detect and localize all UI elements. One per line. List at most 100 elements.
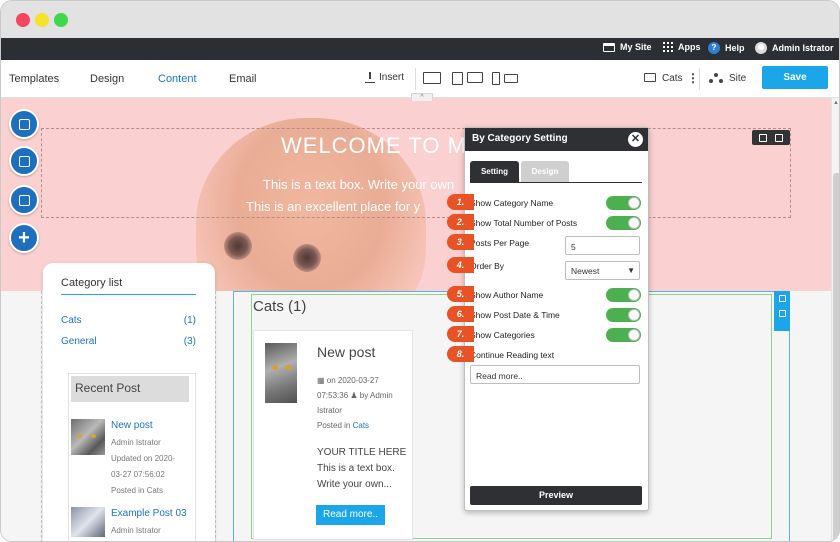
panel-header[interactable]: By Category Setting ✕ <box>465 128 648 151</box>
preview-button[interactable]: Preview <box>470 486 642 505</box>
scrollbar-thumb[interactable] <box>833 173 839 541</box>
mobile-icon[interactable] <box>492 72 500 85</box>
category-item[interactable]: Cats (1) <box>61 315 196 326</box>
read-more-button[interactable]: Read more.. <box>316 505 385 525</box>
move-icon[interactable] <box>778 295 786 302</box>
post-thumbnail[interactable] <box>71 419 105 455</box>
column-guide <box>215 291 216 541</box>
tablet-icon[interactable] <box>452 72 463 85</box>
category-name[interactable]: Cats <box>61 315 82 326</box>
my-site-link[interactable]: My Site <box>603 42 652 52</box>
setting-label: Show Post Date & Time <box>470 310 560 320</box>
close-icon[interactable]: ✕ <box>628 132 643 147</box>
order-by-select[interactable]: Newest ▼ <box>565 261 640 280</box>
step-badge: 3. <box>447 234 474 250</box>
setting-label: Continue Reading text <box>470 350 555 360</box>
category-item[interactable]: General (3) <box>61 336 196 347</box>
recent-post-widget[interactable]: Recent Post New post Admin Istrator Upda… <box>68 373 196 541</box>
continue-reading-input[interactable]: Read more.. <box>470 365 640 384</box>
hero-text-line[interactable]: This is a text box. Write your own <box>263 177 454 192</box>
category-name[interactable]: General <box>61 336 97 347</box>
help-label: Help <box>725 43 745 53</box>
chevron-down-icon: ▼ <box>627 266 635 275</box>
tab-email[interactable]: Email <box>229 73 257 85</box>
post-category-link[interactable]: Cats <box>353 421 369 430</box>
show-category-name-toggle[interactable] <box>606 196 641 210</box>
magic-icon[interactable] <box>775 133 783 142</box>
recent-post-author: Admin Istrator <box>111 526 161 535</box>
download-icon <box>365 72 375 83</box>
cat-eye <box>293 244 321 272</box>
maximize-window-icon[interactable] <box>54 13 68 27</box>
plus-icon: + <box>18 227 30 249</box>
setting-label: Show Total Number of Posts <box>470 218 578 228</box>
tab-content[interactable]: Content <box>158 73 197 85</box>
desktop-icon[interactable] <box>423 72 441 84</box>
minimize-window-icon[interactable] <box>35 13 49 27</box>
block-toolbar[interactable] <box>774 291 790 331</box>
show-categories-toggle[interactable] <box>606 328 641 342</box>
post-author-last: Istrator <box>317 406 342 415</box>
recent-post-updated: Updated on 2020- <box>111 454 176 463</box>
cat-eye <box>224 232 252 260</box>
hero-text-line[interactable]: This is an excellent place for y <box>246 199 420 214</box>
folder-icon[interactable] <box>644 73 656 82</box>
tab-setting[interactable]: Setting <box>470 161 519 182</box>
tab-design[interactable]: Design <box>90 73 124 85</box>
collapse-toolbar-toggle[interactable]: ^ <box>411 93 433 101</box>
edit-list-icon <box>19 195 30 206</box>
save-section-button[interactable] <box>9 146 39 176</box>
show-total-posts-toggle[interactable] <box>606 216 641 230</box>
edit-icon[interactable] <box>759 133 767 142</box>
excerpt-line: Write your own... <box>317 479 392 490</box>
mobile-landscape-icon[interactable] <box>504 74 518 83</box>
setting-row-show-total-posts: 2. Show Total Number of Posts <box>447 214 578 230</box>
edit-icon[interactable] <box>778 310 786 317</box>
setting-label: Show Categories <box>470 330 535 340</box>
cat-eye <box>285 365 291 370</box>
cat-eye <box>91 434 96 438</box>
user-name: Admin Istrator <box>772 43 834 53</box>
post-author: by Admin <box>359 391 393 400</box>
excerpt-line: This is a text box. <box>317 463 395 474</box>
category-list-widget[interactable]: Category list Cats (1) General (3) Recen… <box>43 263 215 541</box>
cat-eye <box>77 434 82 438</box>
edit-content-button[interactable] <box>9 185 39 215</box>
hero-title[interactable]: WELCOME TO M <box>281 133 467 159</box>
tab-design[interactable]: Design <box>521 161 569 182</box>
step-badge: 2. <box>447 214 474 230</box>
help-link[interactable]: ? Help <box>708 42 745 54</box>
tablet-landscape-icon[interactable] <box>467 72 483 83</box>
user-avatar-icon <box>755 42 767 54</box>
insert-button[interactable]: Insert <box>365 72 404 83</box>
hero-toolbar[interactable] <box>752 130 790 145</box>
admin-topbar: My Site Apps ? Help Admin Istrator <box>1 38 839 60</box>
site-icon[interactable] <box>709 73 723 83</box>
vertical-scrollbar[interactable]: ▲ <box>831 98 839 541</box>
post-thumbnail[interactable] <box>71 507 105 537</box>
save-icon <box>19 156 30 167</box>
title-underline <box>61 294 196 295</box>
scroll-up-icon[interactable]: ▲ <box>833 100 839 106</box>
layout-panel-button[interactable] <box>9 109 39 139</box>
divider <box>415 68 416 90</box>
recent-post-link[interactable]: New post <box>111 420 153 431</box>
post-title[interactable]: New post <box>317 344 375 360</box>
show-author-toggle[interactable] <box>606 288 641 302</box>
post-thumbnail[interactable] <box>265 343 297 403</box>
tab-templates[interactable]: Templates <box>9 73 59 85</box>
save-button[interactable]: Save <box>762 66 828 89</box>
post-card[interactable]: New post ▦ on 2020-03-27 07:53:36 ♟ by A… <box>253 330 413 540</box>
add-section-button[interactable]: + <box>9 223 39 253</box>
apps-link[interactable]: Apps <box>663 42 701 52</box>
recent-post-link[interactable]: Example Post 03 <box>111 508 187 519</box>
close-window-icon[interactable] <box>16 13 30 27</box>
kebab-icon[interactable]: ⋮ <box>687 71 699 85</box>
page-selector-label[interactable]: Cats <box>662 73 683 84</box>
user-menu[interactable]: Admin Istrator <box>755 42 834 54</box>
site-label[interactable]: Site <box>729 73 746 84</box>
show-date-toggle[interactable] <box>606 308 641 322</box>
divider <box>699 68 700 90</box>
posts-per-page-input[interactable]: 5 <box>565 236 640 255</box>
setting-row-continue-reading: 8. Continue Reading text <box>447 346 555 362</box>
